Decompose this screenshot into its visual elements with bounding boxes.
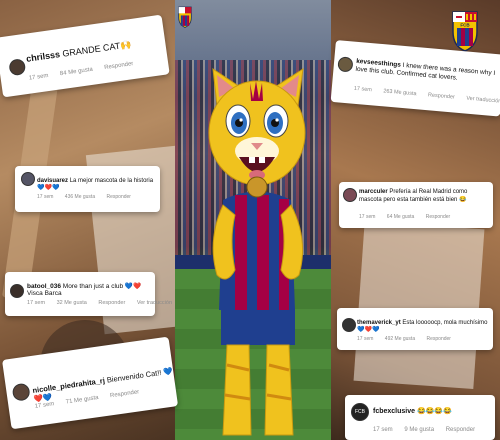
comment-likes[interactable]: 9 Me gusta xyxy=(404,427,434,433)
comment-card: davisuarez La mejor mascota de la histor… xyxy=(15,166,160,212)
comment-card: FCB fcbexclusive 😂😂😂😂 17 sem 9 Me gusta … xyxy=(345,395,495,440)
comment-likes[interactable]: 64 Me gusta xyxy=(387,214,415,220)
comment-time: 17 sem xyxy=(28,72,49,82)
comment-time: 17 sem xyxy=(373,427,393,433)
comment-likes[interactable]: 492 Me gusta xyxy=(385,336,415,342)
reply-button[interactable]: Responder xyxy=(107,194,131,200)
reply-button[interactable]: Responder xyxy=(104,61,134,71)
comment-username[interactable]: chrilsss xyxy=(26,49,61,64)
comment-time: 17 sem xyxy=(357,336,374,342)
background-paper-right xyxy=(353,221,485,389)
comment-time: 17 sem xyxy=(353,85,373,94)
comment-card: batool_036 More than just a club 💙❤️Visc… xyxy=(5,272,172,316)
avatar[interactable] xyxy=(10,284,24,298)
avatar[interactable]: FCB xyxy=(351,403,369,421)
reply-button[interactable]: Responder xyxy=(446,427,475,433)
comment-time: 17 sem xyxy=(34,401,55,410)
avatar[interactable] xyxy=(343,188,357,202)
comment-time: 17 sem xyxy=(359,214,376,220)
comment-card: themaverick_yt Esta looooocp, mola muchí… xyxy=(337,308,493,350)
comment-text: GRANDE CAT🙌 xyxy=(61,39,132,59)
comment-likes[interactable]: 436 Me gusta xyxy=(65,194,95,200)
avatar[interactable] xyxy=(21,172,35,186)
comment-username[interactable]: fcbexclusive xyxy=(373,408,415,415)
avatar[interactable] xyxy=(8,58,27,77)
comment-text: 😂😂😂😂 xyxy=(416,408,452,415)
see-translation-link[interactable]: Ver traducción xyxy=(137,300,172,306)
comment-time: 17 sem xyxy=(27,300,46,306)
fcb-crest-icon xyxy=(178,6,192,28)
comment-likes[interactable]: 32 Me gusta xyxy=(57,300,87,306)
fcb-crest-large-icon: FCB xyxy=(452,11,478,52)
avatar[interactable] xyxy=(337,56,354,73)
comment-username[interactable]: davisuarez xyxy=(37,178,68,184)
comment-username[interactable]: marcculer xyxy=(359,189,388,195)
reply-button[interactable]: Responder xyxy=(98,300,125,306)
comment-username[interactable]: nicolle_piedrahita_rj xyxy=(32,376,105,395)
comment-likes[interactable]: 84 Me gusta xyxy=(60,67,94,78)
comment-username[interactable]: themaverick_yt xyxy=(357,320,401,326)
reply-button[interactable]: Responder xyxy=(428,92,455,100)
stadium-roof xyxy=(175,0,331,60)
avatar[interactable] xyxy=(11,382,31,402)
comment-username[interactable]: batool_036 xyxy=(27,283,61,290)
avatar[interactable] xyxy=(342,318,356,332)
cat-mascot xyxy=(208,67,306,436)
comment-time: 17 sem xyxy=(37,194,54,200)
see-translation-link[interactable]: Ver traducción xyxy=(466,96,500,105)
crest-letters: FCB xyxy=(460,22,470,27)
comment-likes[interactable]: 263 Me gusta xyxy=(383,88,417,97)
reply-button[interactable]: Responder xyxy=(427,336,451,342)
reply-button[interactable]: Responder xyxy=(426,214,450,220)
comment-card: marcculer Prefería al Real Madrid como m… xyxy=(339,182,493,228)
